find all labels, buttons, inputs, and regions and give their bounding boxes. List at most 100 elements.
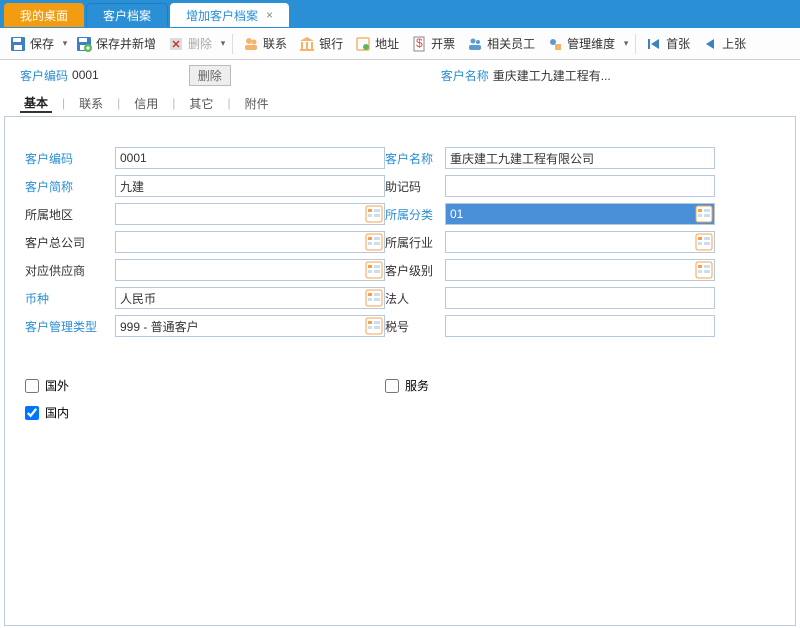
field-industry bbox=[445, 231, 715, 253]
picker-icon[interactable] bbox=[695, 261, 713, 279]
label-category: 所属分类 bbox=[385, 206, 445, 223]
picker-icon[interactable] bbox=[365, 261, 383, 279]
first-button[interactable]: 首张 bbox=[640, 30, 696, 58]
dimension-dropdown[interactable] bbox=[621, 38, 631, 49]
input-short[interactable] bbox=[115, 175, 385, 197]
bank-button[interactable]: 银行 bbox=[293, 30, 349, 58]
info-name-label: 客户名称 bbox=[441, 67, 489, 84]
input-parent[interactable] bbox=[115, 231, 385, 253]
subtab-sep: | bbox=[227, 96, 230, 110]
staff-icon bbox=[467, 36, 483, 52]
label-short: 客户简称 bbox=[25, 178, 115, 195]
tab-add-customer-label: 增加客户档案 bbox=[186, 7, 258, 24]
label-code: 客户编码 bbox=[25, 150, 115, 167]
label-legal: 法人 bbox=[385, 290, 445, 307]
tab-desktop[interactable]: 我的桌面 bbox=[4, 3, 84, 27]
picker-icon[interactable] bbox=[365, 317, 383, 335]
input-name[interactable] bbox=[445, 147, 715, 169]
picker-icon[interactable] bbox=[365, 233, 383, 251]
subtab-contact[interactable]: 联系 bbox=[75, 95, 107, 112]
first-icon bbox=[646, 36, 662, 52]
input-industry[interactable] bbox=[445, 231, 715, 253]
tab-customer-file[interactable]: 客户档案 bbox=[86, 3, 168, 27]
input-level[interactable] bbox=[445, 259, 715, 281]
label-level: 客户级别 bbox=[385, 262, 445, 279]
label-mnemonic: 助记码 bbox=[385, 178, 445, 195]
input-code[interactable] bbox=[115, 147, 385, 169]
disk-plus-icon bbox=[76, 36, 92, 52]
tab-desktop-label: 我的桌面 bbox=[20, 7, 68, 24]
invoice-button[interactable]: $ 开票 bbox=[405, 30, 461, 58]
contact-label: 联系 bbox=[263, 35, 287, 52]
field-name bbox=[445, 147, 715, 169]
toolbar-separator-2 bbox=[635, 34, 636, 54]
picker-icon[interactable] bbox=[365, 205, 383, 223]
form-panel: 客户编码 客户名称 客户简称 助记码 所属地区 所属分类 客户总公司 所属行业 … bbox=[4, 116, 796, 626]
staff-button[interactable]: 相关员工 bbox=[461, 30, 541, 58]
subtab-basic[interactable]: 基本 bbox=[20, 94, 52, 113]
picker-icon[interactable] bbox=[365, 289, 383, 307]
field-currency bbox=[115, 287, 385, 309]
disk-icon bbox=[10, 36, 26, 52]
picker-icon[interactable] bbox=[695, 205, 713, 223]
prev-icon bbox=[702, 36, 718, 52]
checkbox-abroad[interactable] bbox=[25, 379, 39, 393]
contact-button[interactable]: 联系 bbox=[237, 30, 293, 58]
input-currency[interactable] bbox=[115, 287, 385, 309]
check-domestic[interactable]: 国内 bbox=[25, 404, 385, 421]
save-button[interactable]: 保存 bbox=[4, 30, 60, 58]
subtab-sep: | bbox=[62, 96, 65, 110]
checkbox-domestic[interactable] bbox=[25, 406, 39, 420]
sub-tabs: 基本 | 联系 | 信用 | 其它 | 附件 bbox=[0, 90, 800, 116]
field-mnemonic bbox=[445, 175, 715, 197]
input-vendor[interactable] bbox=[115, 259, 385, 281]
field-type bbox=[115, 315, 385, 337]
field-tax bbox=[445, 315, 715, 337]
invoice-label: 开票 bbox=[431, 35, 455, 52]
save-dropdown[interactable] bbox=[60, 38, 70, 49]
delete-icon bbox=[168, 36, 184, 52]
field-vendor bbox=[115, 259, 385, 281]
input-legal[interactable] bbox=[445, 287, 715, 309]
save-and-add-label: 保存并新增 bbox=[96, 35, 156, 52]
label-type: 客户管理类型 bbox=[25, 318, 115, 335]
main-tabbar: 我的桌面 客户档案 增加客户档案 × bbox=[0, 0, 800, 28]
subtab-other[interactable]: 其它 bbox=[185, 95, 217, 112]
field-legal bbox=[445, 287, 715, 309]
bank-label: 银行 bbox=[319, 35, 343, 52]
checkbox-domestic-label: 国内 bbox=[45, 404, 69, 421]
delete-label: 删除 bbox=[188, 35, 212, 52]
input-mnemonic[interactable] bbox=[445, 175, 715, 197]
address-label: 地址 bbox=[375, 35, 399, 52]
svg-text:$: $ bbox=[416, 36, 423, 50]
input-region[interactable] bbox=[115, 203, 385, 225]
toolbar-separator bbox=[232, 34, 233, 54]
dimension-label: 管理维度 bbox=[567, 35, 615, 52]
subtab-attach[interactable]: 附件 bbox=[241, 95, 273, 112]
address-icon bbox=[355, 36, 371, 52]
picker-icon[interactable] bbox=[695, 233, 713, 251]
check-abroad[interactable]: 国外 bbox=[25, 377, 385, 394]
subtab-sep: | bbox=[172, 96, 175, 110]
delete-button[interactable]: 删除 bbox=[162, 30, 218, 58]
save-and-add-button[interactable]: 保存并新增 bbox=[70, 30, 162, 58]
checkbox-service-label: 服务 bbox=[405, 377, 429, 394]
contact-icon bbox=[243, 36, 259, 52]
checkbox-service[interactable] bbox=[385, 379, 399, 393]
label-currency: 币种 bbox=[25, 290, 115, 307]
dimension-button[interactable]: 管理维度 bbox=[541, 30, 621, 58]
input-type[interactable] bbox=[115, 315, 385, 337]
address-button[interactable]: 地址 bbox=[349, 30, 405, 58]
subtab-credit[interactable]: 信用 bbox=[130, 95, 162, 112]
info-delete-button[interactable]: 删除 bbox=[189, 65, 231, 86]
input-category[interactable] bbox=[445, 203, 715, 225]
input-tax[interactable] bbox=[445, 315, 715, 337]
tab-add-customer[interactable]: 增加客户档案 × bbox=[170, 3, 289, 27]
prev-button[interactable]: 上张 bbox=[696, 30, 752, 58]
info-code-label: 客户编码 bbox=[20, 67, 68, 84]
close-icon[interactable]: × bbox=[266, 8, 273, 22]
field-region bbox=[115, 203, 385, 225]
field-category bbox=[445, 203, 715, 225]
delete-dropdown[interactable] bbox=[218, 38, 228, 49]
check-service[interactable]: 服务 bbox=[385, 377, 745, 394]
